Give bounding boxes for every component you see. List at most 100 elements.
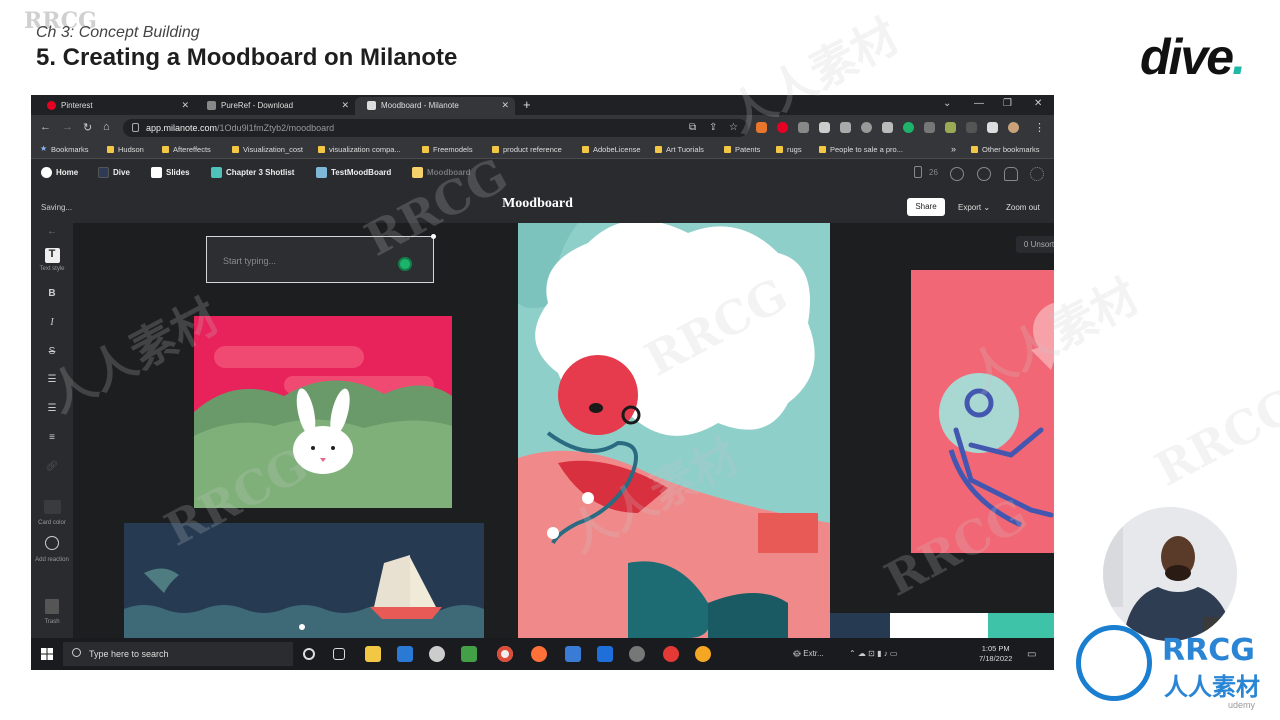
close-icon[interactable]: ✕ xyxy=(341,100,349,111)
puzzle-icon[interactable] xyxy=(966,122,977,133)
back-arrow-icon[interactable]: ← xyxy=(31,226,73,237)
minimize-icon[interactable]: — xyxy=(974,98,984,109)
cat-on-chair-illustration-image[interactable] xyxy=(911,270,1054,553)
woman-with-cloud-hair-illustration-image[interactable] xyxy=(518,223,830,638)
bookmark-star-icon[interactable]: ☆ xyxy=(729,122,738,133)
extension-icon[interactable] xyxy=(924,122,935,133)
add-reaction-button[interactable] xyxy=(31,536,73,553)
italic-button[interactable]: I xyxy=(31,317,73,328)
restore-icon[interactable]: ❐ xyxy=(1003,98,1012,109)
bookmark-item[interactable]: Bookmarks xyxy=(40,144,89,154)
todo-icon[interactable] xyxy=(565,646,581,662)
whale-sailboat-illustration-image[interactable] xyxy=(124,523,484,638)
pinterest-extension-icon[interactable] xyxy=(777,122,788,133)
recorder-icon[interactable] xyxy=(663,646,679,662)
grammarly-status-icon[interactable] xyxy=(398,257,412,271)
blender-icon[interactable] xyxy=(695,646,711,662)
trash-button[interactable] xyxy=(31,599,73,617)
breadcrumb-dive[interactable]: Dive xyxy=(98,167,130,178)
task-view-icon[interactable] xyxy=(333,648,345,660)
chrome-icon[interactable] xyxy=(497,646,513,662)
tab-pureref[interactable]: PureRef - Download ✕ xyxy=(195,97,355,115)
extension-icon[interactable] xyxy=(798,122,809,133)
text-style-button[interactable]: T xyxy=(31,248,73,263)
bookmark-item[interactable]: AdobeLicense xyxy=(582,145,641,154)
url-input[interactable]: app.milanote.com/1Odu9l1fmZtyb2/moodboar… xyxy=(123,119,748,137)
extension-icon[interactable] xyxy=(861,122,872,133)
search-icon[interactable] xyxy=(977,167,991,181)
other-bookmarks[interactable]: Other bookmarks xyxy=(971,145,1040,154)
unsorted-counter[interactable]: 0 Unsorted xyxy=(1016,236,1054,253)
bold-button[interactable]: B xyxy=(31,288,73,299)
app-icon[interactable] xyxy=(597,646,613,662)
bookmark-item[interactable]: Aftereffects xyxy=(162,145,211,154)
profile-avatar[interactable] xyxy=(1008,122,1019,133)
bookmark-item[interactable]: Visualization_cost xyxy=(232,145,303,154)
close-window-icon[interactable]: ✕ xyxy=(1034,98,1042,109)
camera-extension-icon[interactable] xyxy=(840,122,851,133)
breadcrumb-chapter-3-shotlist[interactable]: Chapter 3 Shotlist xyxy=(211,167,294,178)
extension-icon[interactable] xyxy=(945,122,956,133)
strikethrough-button[interactable]: S xyxy=(31,346,73,357)
home-icon[interactable]: ⌂ xyxy=(103,121,110,133)
bookmark-item[interactable]: People to sale a pro... xyxy=(819,145,903,154)
rabbit-illustration-image[interactable] xyxy=(194,316,452,508)
extension-icon[interactable] xyxy=(882,122,893,133)
bullet-list-icon[interactable]: ☰ xyxy=(31,374,73,385)
bookmark-item[interactable]: visualization compa... xyxy=(318,145,401,154)
tray-icons[interactable]: ⌃ ☁ ⊡ ▮ ♪ ▭ xyxy=(849,649,897,658)
board-title[interactable]: Moodboard xyxy=(31,196,1044,212)
text-card[interactable]: Start typing... xyxy=(206,234,436,283)
lock-app-icon[interactable] xyxy=(461,646,477,662)
notification-center-icon[interactable]: ▭ xyxy=(1027,649,1036,660)
tray-app[interactable]: 🌞︎ Extr... xyxy=(793,649,824,659)
bookmark-item[interactable]: Patents xyxy=(724,145,760,154)
windows-start-icon[interactable] xyxy=(41,648,53,660)
tab-milanote[interactable]: Moodboard - Milanote ✕ xyxy=(355,97,515,115)
open-in-app-icon[interactable]: ⧉ xyxy=(689,122,696,133)
close-icon[interactable]: ✕ xyxy=(181,100,189,111)
numbered-list-icon[interactable]: ☰ xyxy=(31,403,73,414)
firefox-icon[interactable] xyxy=(531,646,547,662)
forward-icon[interactable]: → xyxy=(62,121,73,133)
file-explorer-icon[interactable] xyxy=(365,646,381,662)
share-icon[interactable]: ⇪ xyxy=(709,122,717,133)
tab-search-icon[interactable]: ⌄ xyxy=(943,98,951,109)
bell-icon[interactable] xyxy=(1004,167,1018,181)
board-canvas[interactable]: Start typing... 0 Unsort xyxy=(73,223,1054,638)
partial-card-image[interactable] xyxy=(830,613,1054,638)
bookmark-item[interactable]: product reference xyxy=(492,145,562,154)
close-icon[interactable]: ✕ xyxy=(501,100,509,111)
card-color-button[interactable] xyxy=(31,500,73,517)
grammarly-icon[interactable] xyxy=(903,122,914,133)
bookmark-item[interactable]: Art Tuorials xyxy=(655,145,704,154)
mail-icon[interactable] xyxy=(397,646,413,662)
resize-handle[interactable] xyxy=(431,234,436,239)
zoom-out-button[interactable]: Zoom out xyxy=(1006,203,1040,212)
gear-icon[interactable] xyxy=(1030,167,1044,181)
more-bookmarks-button[interactable]: » xyxy=(951,144,956,154)
align-icon[interactable]: ≡ xyxy=(31,432,73,443)
link-icon[interactable]: 🔗︎ xyxy=(31,461,73,472)
back-icon[interactable]: ← xyxy=(40,121,51,133)
device-count[interactable]: 26 xyxy=(914,166,938,178)
share-button[interactable]: Share xyxy=(907,198,945,216)
reading-list-icon[interactable] xyxy=(987,122,998,133)
bookmark-item[interactable]: rugs xyxy=(776,145,802,154)
obs-icon[interactable] xyxy=(629,646,645,662)
bookmark-item[interactable]: Freemodels xyxy=(422,145,473,154)
extension-icon[interactable] xyxy=(819,122,830,133)
tab-pinterest[interactable]: Pinterest ✕ xyxy=(35,97,195,115)
text-card-placeholder[interactable]: Start typing... xyxy=(223,256,276,266)
breadcrumb-slides[interactable]: Slides xyxy=(151,167,190,178)
menu-kebab-icon[interactable]: ⋮ xyxy=(1034,121,1045,134)
new-tab-button[interactable]: + xyxy=(523,97,531,112)
breadcrumb-home[interactable]: Home xyxy=(41,167,78,178)
cortana-icon[interactable] xyxy=(303,648,315,660)
taskbar-search-input[interactable]: Type here to search xyxy=(63,642,293,666)
taskbar-clock[interactable]: 1:05 PM 7/18/2022 xyxy=(979,644,1012,664)
alien-app-icon[interactable] xyxy=(429,646,445,662)
breadcrumb-testmoodboard[interactable]: TestMoodBoard xyxy=(316,167,391,178)
bookmark-item[interactable]: Hudson xyxy=(107,145,144,154)
help-icon[interactable] xyxy=(950,167,964,181)
